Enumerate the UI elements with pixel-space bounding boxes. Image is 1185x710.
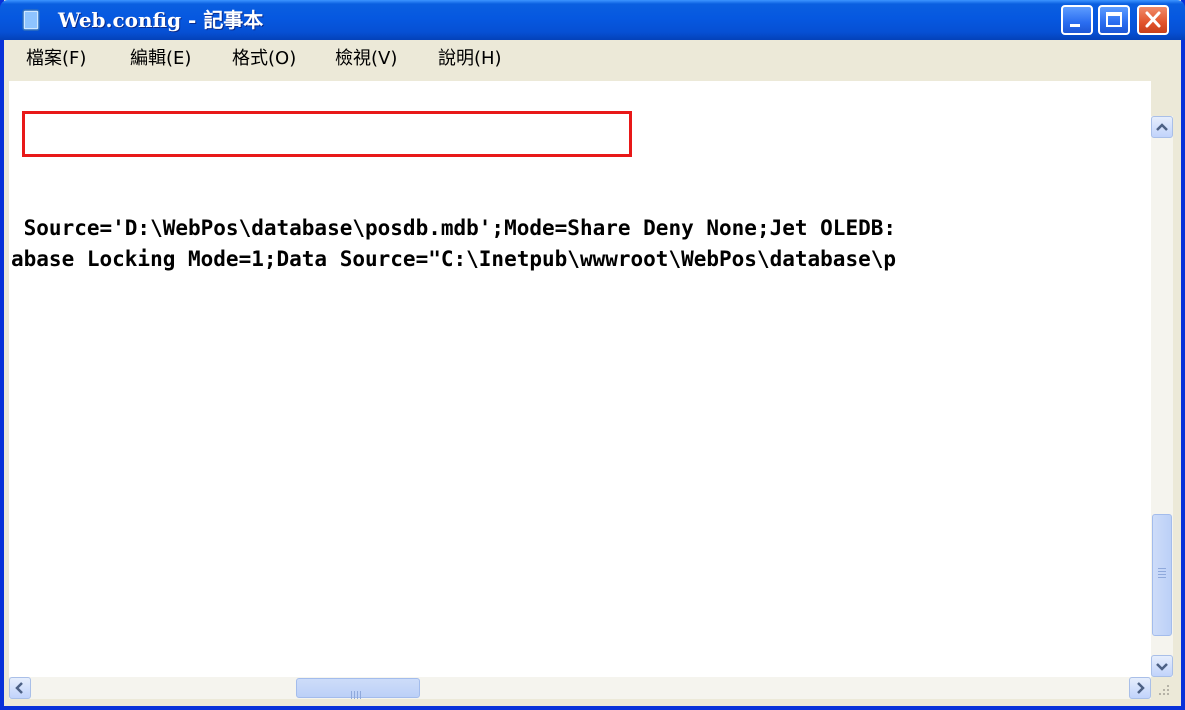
scroll-up-button[interactable] — [1151, 116, 1173, 138]
window-title: Web.config - 記事本 — [58, 8, 264, 32]
text-line-2: abase Locking Mode=1;Data Source="C:\Ine… — [11, 247, 897, 271]
text-line-1: Source='D:\WebPos\database\posdb.mdb';Mo… — [11, 216, 897, 240]
grip-icon — [351, 684, 363, 699]
scroll-right-button[interactable] — [1129, 677, 1151, 699]
menu-bar: 檔案(F) 編輯(E) 格式(O) 檢視(V) 說明(H) — [4, 40, 1181, 78]
maximize-button[interactable] — [1098, 5, 1130, 35]
vertical-scroll-thumb[interactable] — [1152, 514, 1172, 636]
scroll-down-button[interactable] — [1151, 655, 1173, 677]
notepad-icon[interactable] — [19, 8, 43, 32]
horizontal-scrollbar[interactable] — [9, 677, 1151, 699]
text-editor-area[interactable]: Source='D:\WebPos\database\posdb.mdb';Mo… — [9, 81, 1151, 677]
horizontal-scroll-thumb[interactable] — [296, 678, 420, 699]
menu-edit[interactable]: 編輯(E) — [130, 46, 191, 72]
title-bar[interactable]: Web.config - 記事本 — [0, 0, 1185, 40]
minimize-button[interactable] — [1061, 5, 1093, 35]
scroll-left-button[interactable] — [9, 677, 31, 699]
grip-icon — [1158, 568, 1166, 580]
red-highlight-box — [22, 111, 632, 157]
close-button[interactable] — [1137, 5, 1169, 35]
menu-view[interactable]: 檢視(V) — [335, 46, 397, 72]
size-grip-icon[interactable] — [1151, 677, 1173, 699]
menu-format[interactable]: 格式(O) — [232, 46, 296, 72]
menu-help[interactable]: 說明(H) — [438, 46, 502, 72]
menu-file[interactable]: 檔案(F) — [26, 46, 86, 72]
